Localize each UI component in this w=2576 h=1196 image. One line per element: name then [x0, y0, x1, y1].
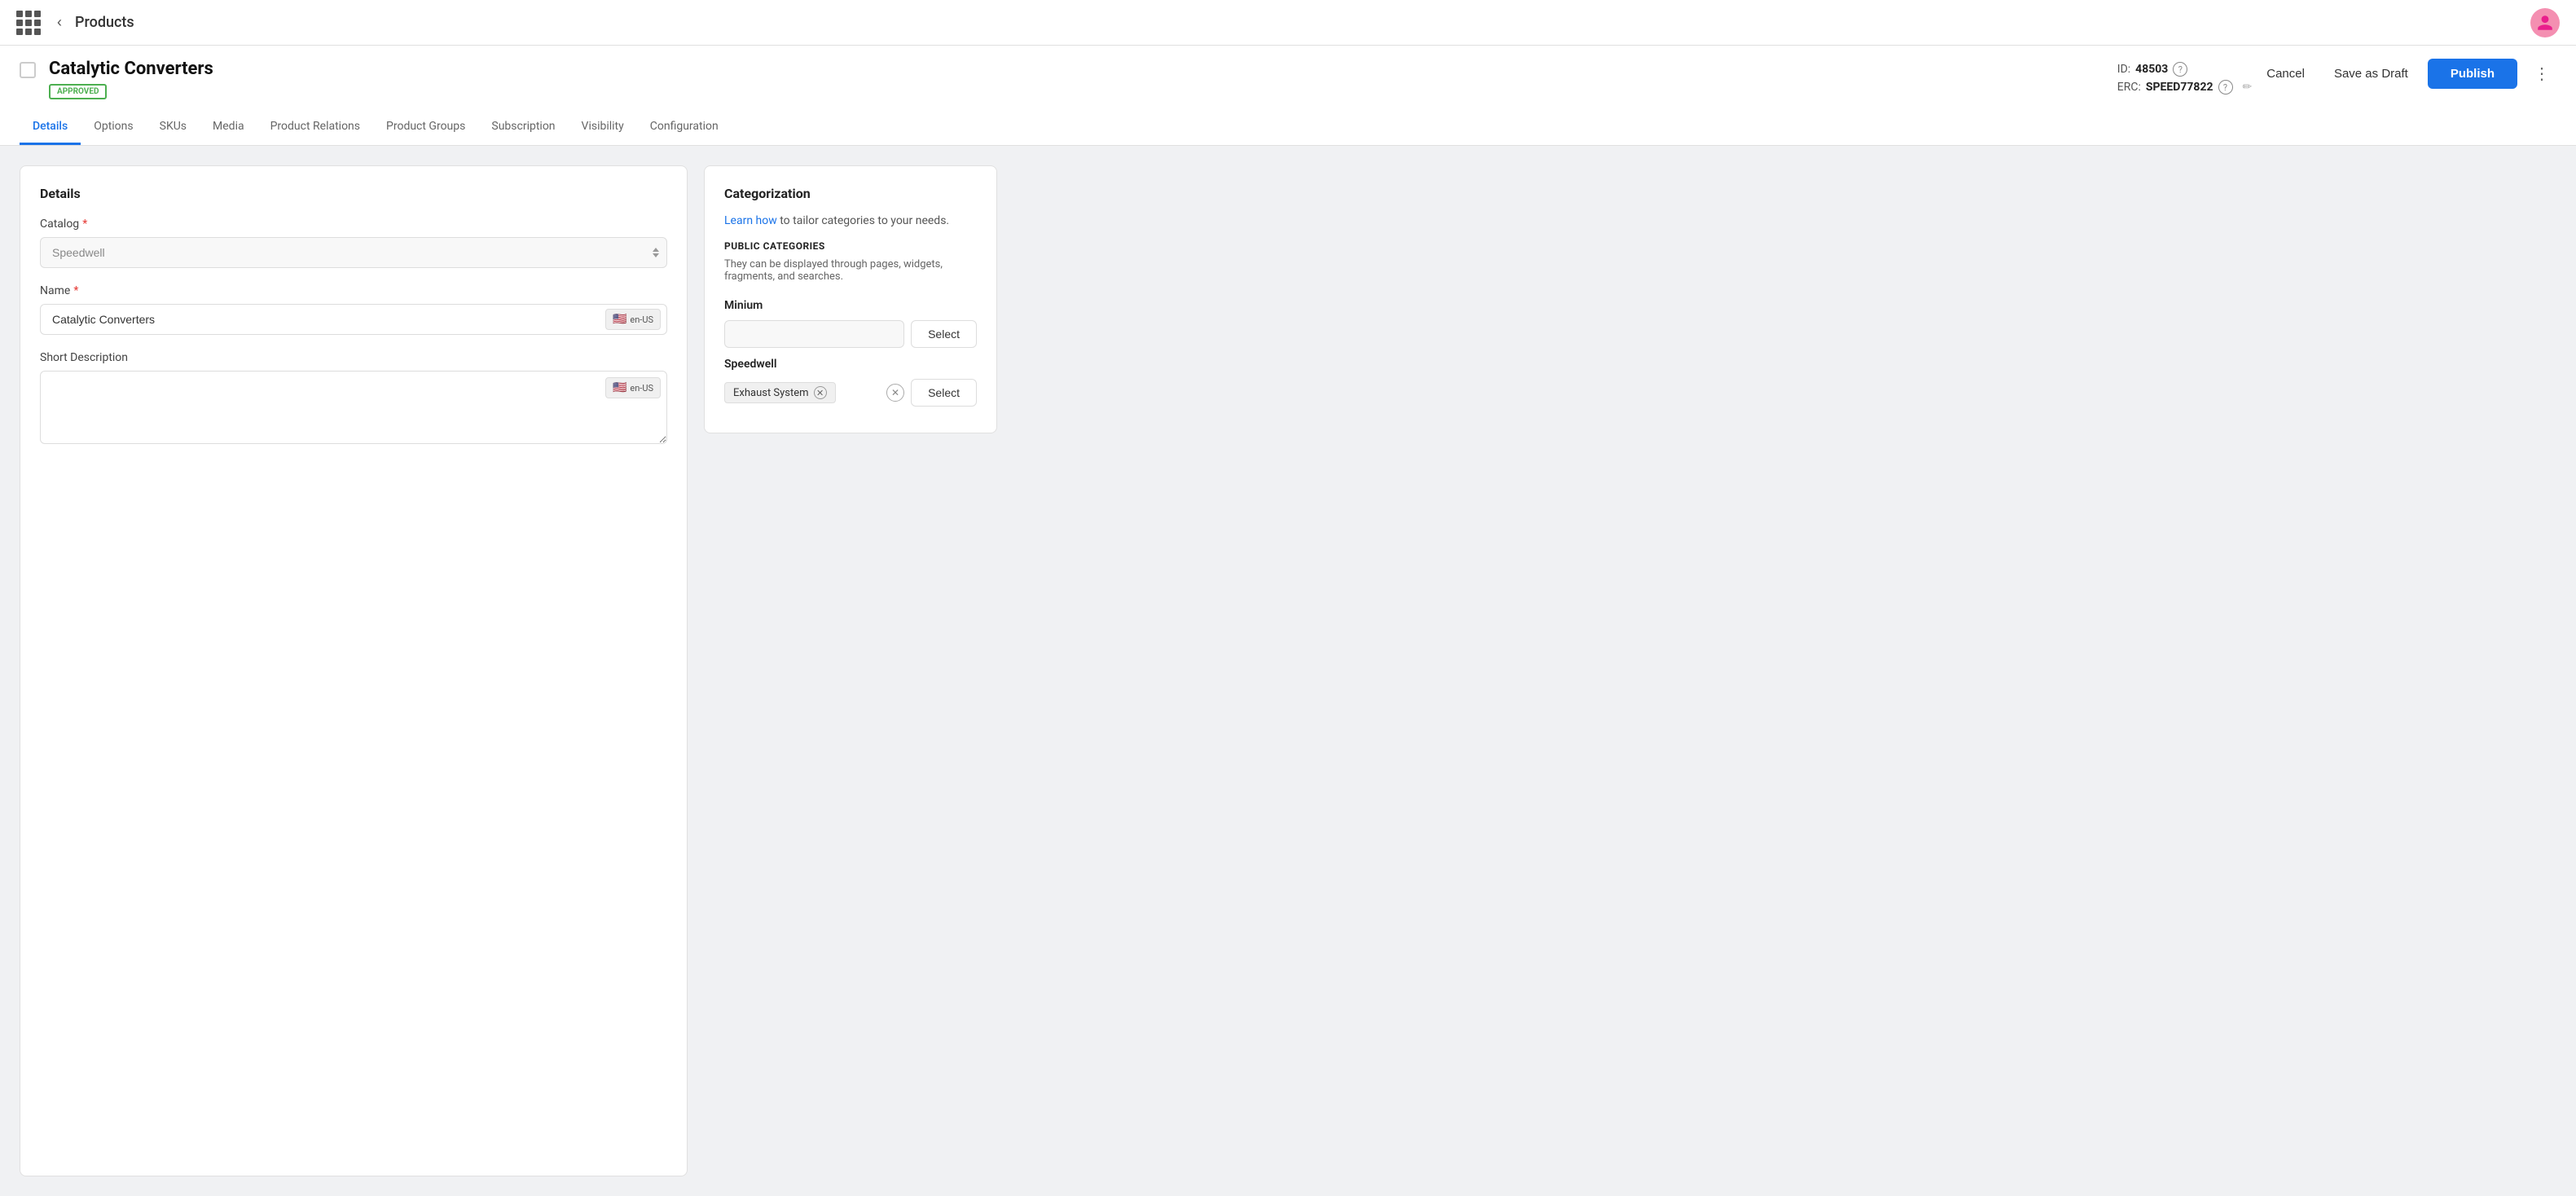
us-flag-icon: 🇺🇸: [613, 313, 626, 326]
id-value: 48503: [2135, 63, 2168, 76]
product-meta: ID: 48503 ? ERC: SPEED77822 ? ✏: [2117, 59, 2257, 98]
public-categories-desc: They can be displayed through pages, wid…: [724, 258, 977, 283]
tab-product-groups[interactable]: Product Groups: [373, 110, 478, 145]
minium-section-title: Minium: [724, 299, 977, 312]
tab-skus[interactable]: SKUs: [147, 110, 200, 145]
id-label: ID:: [2117, 63, 2130, 76]
erc-value: SPEED77822: [2146, 81, 2213, 94]
catalog-required: *: [82, 218, 87, 231]
erc-help-icon[interactable]: ?: [2218, 80, 2233, 95]
public-categories-label: PUBLIC CATEGORIES: [724, 240, 977, 252]
exhaust-system-tag: Exhaust System ✕: [724, 382, 836, 403]
name-input-wrapper: 🇺🇸 en-US: [40, 304, 667, 335]
tab-subscription[interactable]: Subscription: [478, 110, 568, 145]
header-actions: Cancel Save as Draft Publish ⋮: [2257, 59, 2556, 89]
select-checkbox[interactable]: [20, 62, 36, 78]
short-description-wrapper: 🇺🇸 en-US: [40, 371, 667, 447]
main-content: Details Catalog * Speedwell Name *: [0, 146, 2576, 1196]
name-locale-badge: 🇺🇸 en-US: [605, 309, 661, 330]
product-info: Catalytic Converters APPROVED: [49, 59, 2098, 99]
catalog-label: Catalog *: [40, 218, 667, 231]
publish-button[interactable]: Publish: [2428, 59, 2517, 89]
details-panel: Details Catalog * Speedwell Name *: [20, 165, 688, 1176]
erc-label: ERC:: [2117, 81, 2141, 94]
status-badge: APPROVED: [49, 84, 107, 99]
catalog-select-wrapper: Speedwell: [40, 237, 667, 268]
minium-input[interactable]: [724, 320, 904, 348]
back-button[interactable]: ‹: [54, 11, 65, 34]
speedwell-section-title: Speedwell: [724, 358, 977, 371]
remove-all-icon[interactable]: ✕: [886, 384, 904, 402]
tab-details[interactable]: Details: [20, 110, 81, 145]
minium-select-button[interactable]: Select: [911, 320, 977, 348]
name-field: Name * 🇺🇸 en-US: [40, 284, 667, 335]
short-description-field: Short Description 🇺🇸 en-US: [40, 351, 667, 447]
top-nav: ‹ Products: [0, 0, 2576, 46]
name-label: Name *: [40, 284, 667, 297]
id-help-icon[interactable]: ?: [2173, 62, 2187, 77]
name-input[interactable]: [40, 304, 667, 335]
name-required: *: [73, 284, 78, 297]
tab-visibility[interactable]: Visibility: [569, 110, 637, 145]
exhaust-system-remove-icon[interactable]: ✕: [814, 386, 827, 399]
short-description-input[interactable]: [40, 371, 667, 444]
learn-how-link[interactable]: Learn how: [724, 214, 777, 227]
us-flag-desc-icon: 🇺🇸: [613, 381, 626, 394]
erc-edit-icon[interactable]: ✏: [2243, 81, 2253, 94]
tab-product-relations[interactable]: Product Relations: [257, 110, 373, 145]
product-name: Catalytic Converters: [49, 59, 2098, 79]
apps-icon[interactable]: [16, 11, 41, 35]
save-draft-button[interactable]: Save as Draft: [2324, 60, 2418, 87]
minium-input-row: Select: [724, 320, 977, 348]
speedwell-tag-row: Exhaust System ✕ ✕ Select: [724, 379, 977, 407]
catalog-field: Catalog * Speedwell: [40, 218, 667, 268]
product-header: Catalytic Converters APPROVED ID: 48503 …: [0, 46, 2576, 146]
categorization-title: Categorization: [724, 186, 977, 201]
categorization-panel: Categorization Learn how to tailor categ…: [704, 165, 997, 433]
user-avatar[interactable]: [2530, 8, 2560, 37]
categorization-description: Learn how to tailor categories to your n…: [724, 214, 977, 227]
tab-bar: Details Options SKUs Media Product Relat…: [20, 109, 2556, 145]
details-panel-title: Details: [40, 186, 667, 201]
short-description-label: Short Description: [40, 351, 667, 364]
more-options-button[interactable]: ⋮: [2527, 60, 2556, 87]
page-title: Products: [75, 14, 134, 31]
tab-configuration[interactable]: Configuration: [637, 110, 732, 145]
catalog-select[interactable]: Speedwell: [40, 237, 667, 268]
short-description-locale-badge: 🇺🇸 en-US: [605, 377, 661, 398]
tab-options[interactable]: Options: [81, 110, 146, 145]
speedwell-select-button[interactable]: Select: [911, 379, 977, 407]
cancel-button[interactable]: Cancel: [2257, 60, 2314, 87]
tab-media[interactable]: Media: [200, 110, 257, 145]
